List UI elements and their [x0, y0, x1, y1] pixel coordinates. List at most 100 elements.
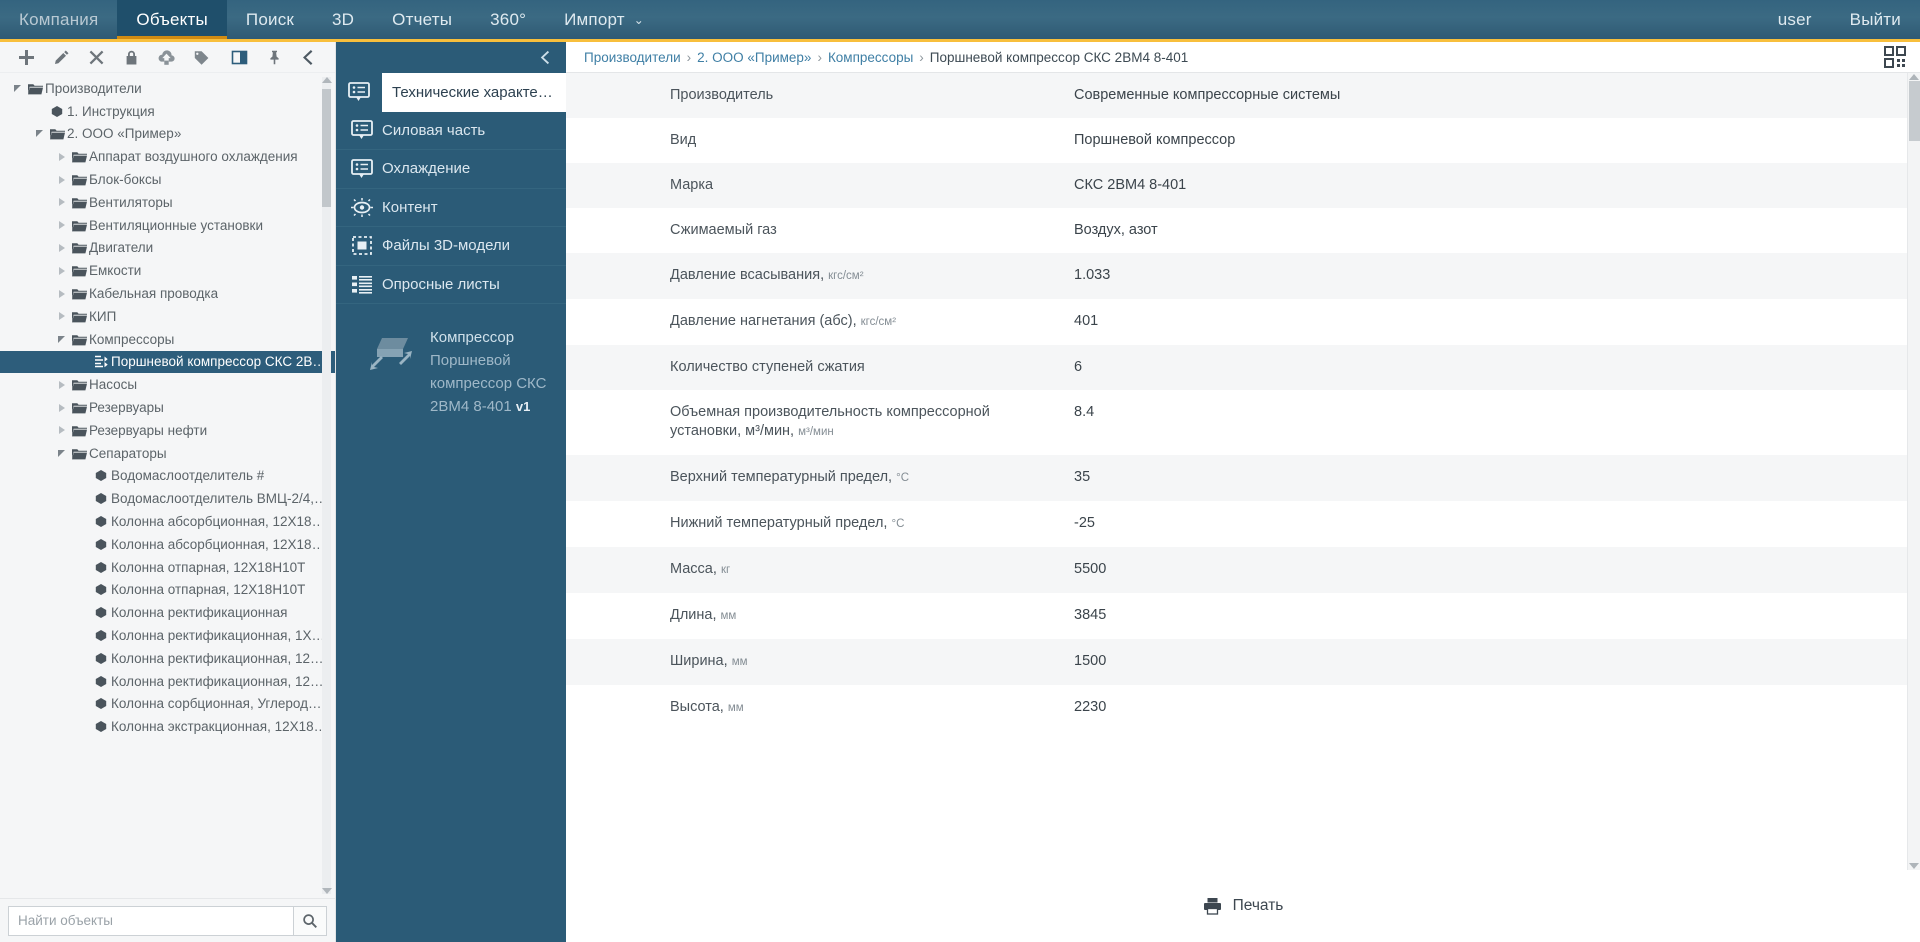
expand-arrow-icon[interactable]	[54, 175, 69, 184]
expand-arrow-icon[interactable]	[54, 380, 69, 389]
logout-button[interactable]: Выйти	[1831, 0, 1920, 39]
nav-item-2[interactable]: Поиск	[227, 0, 313, 39]
property-name: Верхний температурный предел, °C	[670, 468, 1074, 488]
property-unit: кг	[720, 564, 731, 576]
nav-item-label: 3D	[332, 9, 355, 29]
property-name-text: Ширина,	[670, 653, 728, 669]
tree-item-selected[interactable]: Поршневой компрессор СКС 2ВМ4 8-401	[0, 350, 335, 374]
tree-item[interactable]: Колонна отпарная, 12Х18Н10Т	[0, 579, 335, 602]
3d-file-icon	[342, 235, 382, 256]
collapse-arrow-icon[interactable]	[10, 84, 25, 92]
tree-item[interactable]: Колонна ректификационная, 1Х18Н9Т	[0, 624, 335, 647]
collapse-left-icon[interactable]	[293, 44, 325, 70]
nav-item-3[interactable]: 3D	[313, 0, 373, 39]
nav-item-label: Отчеты	[392, 9, 453, 29]
nav-item-5[interactable]: 360°	[471, 0, 545, 39]
scroll-up-arrow-icon[interactable]	[321, 77, 332, 83]
tree-vertical-scrollbar[interactable]	[321, 77, 332, 894]
tree-item[interactable]: Вентиляционные установки	[0, 214, 335, 237]
nav-item-1[interactable]: Объекты	[117, 0, 227, 39]
tab-4[interactable]: Файлы 3D-модели	[336, 227, 566, 266]
tree-item-label: Колонна ректификационная, 1Х18Н9Т	[111, 628, 329, 644]
breadcrumb-item[interactable]: Производители	[584, 50, 681, 65]
breadcrumb-item[interactable]: 2. ООО «Пример»	[697, 50, 811, 65]
tree-item[interactable]: 1. Инструкция	[0, 100, 335, 123]
expand-arrow-icon[interactable]	[54, 152, 69, 161]
tree-item[interactable]: Сепараторы	[0, 442, 335, 465]
content-vertical-scrollbar[interactable]	[1907, 73, 1920, 870]
tab-1[interactable]: Силовая часть	[336, 112, 566, 150]
tree-item[interactable]: Двигатели	[0, 237, 335, 260]
folder-icon	[69, 173, 89, 186]
qr-code-icon[interactable]	[1884, 46, 1906, 68]
content-scroll-up-arrow-icon[interactable]	[1909, 74, 1919, 80]
tree-item-label: Аппарат воздушного охлаждения	[89, 149, 298, 165]
collapse-arrow-icon[interactable]	[54, 335, 69, 343]
tab-sidebar-collapse-button[interactable]	[336, 42, 566, 73]
tree-item[interactable]: Вентиляторы	[0, 191, 335, 214]
panel-toggle-icon[interactable]	[223, 44, 255, 70]
print-button[interactable]: Печать	[566, 870, 1920, 942]
object-icon	[91, 652, 111, 665]
expand-arrow-icon[interactable]	[54, 403, 69, 412]
breadcrumb-item[interactable]: Компрессоры	[828, 50, 913, 65]
tab-5[interactable]: Опросные листы	[336, 266, 566, 304]
lock-icon[interactable]	[115, 44, 147, 70]
tree-item[interactable]: Кабельная проводка	[0, 282, 335, 305]
property-name: Длина, мм	[670, 606, 1074, 626]
add-icon[interactable]	[10, 44, 42, 70]
tree-item[interactable]: Колонна экстракционная, 12Х18Н10Т	[0, 715, 335, 738]
collapse-arrow-icon[interactable]	[54, 449, 69, 457]
tree-item[interactable]: Резервуары нефти	[0, 419, 335, 442]
tree-item[interactable]: Колонна ректификационная, 12Х18Н10Т	[0, 670, 335, 693]
tab-sidebar-filler: Компрессор Поршневой компрессор СКС 2ВМ4…	[336, 304, 566, 942]
tree-item[interactable]: Производители	[0, 77, 335, 100]
tree-item[interactable]: Насосы	[0, 373, 335, 396]
expand-arrow-icon[interactable]	[54, 289, 69, 298]
tree-item[interactable]: Колонна ректификационная, 12Х18Н9Т	[0, 647, 335, 670]
expand-arrow-icon[interactable]	[54, 198, 69, 207]
expand-arrow-icon[interactable]	[54, 266, 69, 275]
content-scrollbar-thumb[interactable]	[1909, 81, 1920, 141]
search-button[interactable]	[293, 905, 327, 936]
tree-item[interactable]: Колонна абсорбционная, 12Х18Н10Т	[0, 510, 335, 533]
nav-item-4[interactable]: Отчеты	[373, 0, 471, 39]
scrollbar-thumb[interactable]	[322, 89, 331, 207]
nav-item-0[interactable]: Компания	[0, 0, 117, 39]
pin-icon[interactable]	[258, 44, 290, 70]
tab-3[interactable]: Контент	[336, 189, 566, 227]
content-scroll-down-arrow-icon[interactable]	[1909, 863, 1919, 869]
expand-arrow-icon[interactable]	[54, 221, 69, 230]
tree-item[interactable]: Емкости	[0, 259, 335, 282]
tree-item[interactable]: Колонна абсорбционная, 12Х18Н10Т	[0, 533, 335, 556]
tree-item[interactable]: Колонна ректификационная	[0, 601, 335, 624]
tree-item-label: Производители	[45, 80, 142, 96]
tab-2[interactable]: Охлаждение	[336, 150, 566, 189]
tree-item[interactable]: Водомаслоотделитель #	[0, 465, 335, 488]
user-menu[interactable]: user	[1759, 0, 1831, 39]
tree-item[interactable]: Водомаслоотделитель ВМЦ-2/4, Сборн...	[0, 487, 335, 510]
folder-icon	[69, 333, 89, 346]
scroll-down-arrow-icon[interactable]	[321, 888, 332, 894]
expand-arrow-icon[interactable]	[54, 426, 69, 435]
nav-item-6[interactable]: Импорт ⌄	[545, 0, 663, 39]
tree-item[interactable]: Колонна отпарная, 12Х18Н10Т	[0, 556, 335, 579]
delete-x-icon[interactable]	[80, 44, 112, 70]
tree-item[interactable]: Колонна сорбционная, Углеродистая с...	[0, 693, 335, 716]
expand-arrow-icon[interactable]	[54, 312, 69, 321]
tree-item[interactable]: Блок-боксы	[0, 168, 335, 191]
tree-item[interactable]: Резервуары	[0, 396, 335, 419]
tree-item[interactable]: КИП	[0, 305, 335, 328]
expand-arrow-icon[interactable]	[54, 243, 69, 252]
collapse-arrow-icon[interactable]	[32, 130, 47, 138]
tab-0[interactable]: Технические характер...	[336, 73, 566, 112]
search-input[interactable]	[8, 905, 293, 936]
edit-pencil-icon[interactable]	[45, 44, 77, 70]
tree-item[interactable]: 2. ООО «Пример»	[0, 123, 335, 146]
tag-icon[interactable]	[185, 44, 217, 70]
tree-item[interactable]: Компрессоры	[0, 328, 335, 351]
property-value: Современные компрессорные системы	[1074, 87, 1341, 103]
tree-item[interactable]: Аппарат воздушного охлаждения	[0, 145, 335, 168]
cloud-upload-icon[interactable]	[150, 44, 182, 70]
